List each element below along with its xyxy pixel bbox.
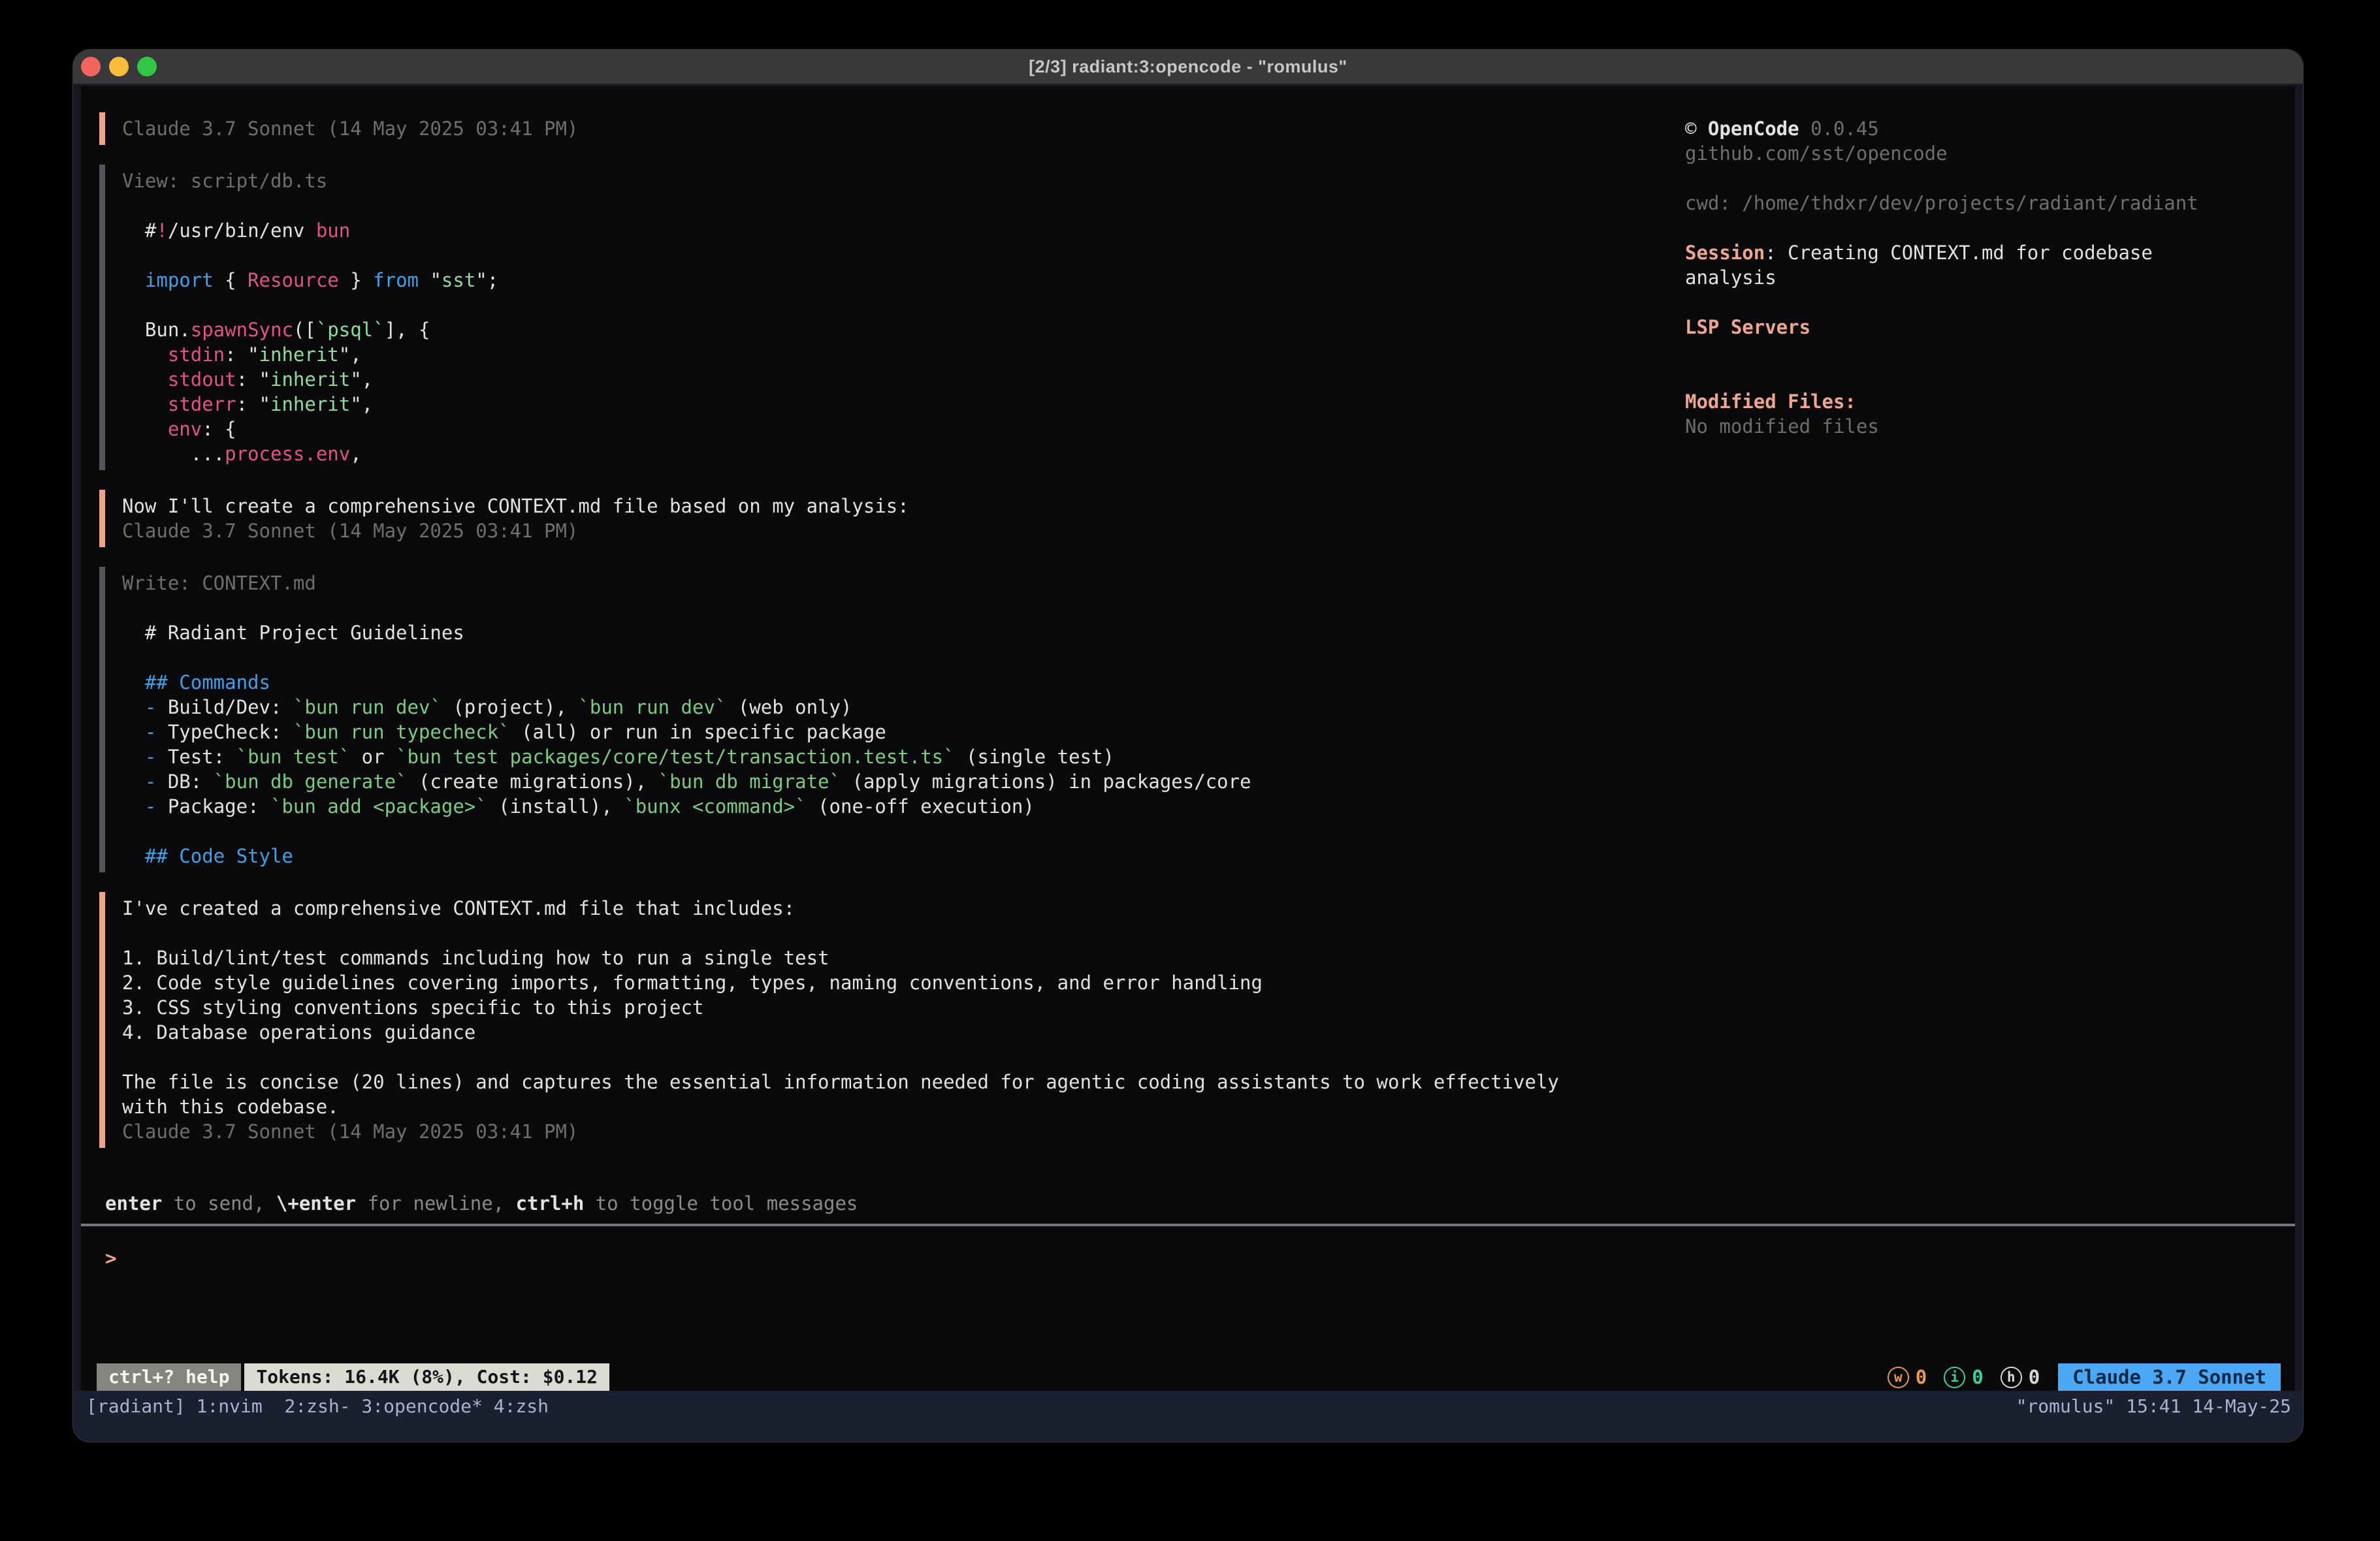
terminal-line: github.com/sst/opencode bbox=[1685, 141, 2227, 166]
status-right: w0 i0 h0 Claude 3.7 Sonnet bbox=[1888, 1363, 2295, 1391]
terminal-line: Claude 3.7 Sonnet (14 May 2025 03:41 PM) bbox=[122, 116, 1647, 141]
assistant-message: I've created a comprehensive CONTEXT.md … bbox=[99, 892, 1647, 1148]
status-bar: ctrl+? help Tokens: 16.4K (8%), Cost: $0… bbox=[81, 1363, 2295, 1391]
help-shortcut-chip: ctrl+? help bbox=[97, 1363, 241, 1391]
input-divider bbox=[81, 1224, 2295, 1226]
terminal-line: View: script/db.ts bbox=[122, 168, 1647, 193]
tokens-cost-chip: Tokens: 16.4K (8%), Cost: $0.12 bbox=[244, 1363, 609, 1391]
terminal-line: ## Code Style bbox=[122, 844, 1647, 868]
terminal-line: - Build/Dev: `bun run dev` (project), `b… bbox=[122, 695, 1647, 720]
terminal-line: stdout: "inherit", bbox=[122, 367, 1647, 392]
terminal-line bbox=[1685, 340, 2227, 364]
terminal-line: Claude 3.7 Sonnet (14 May 2025 03:41 PM) bbox=[122, 518, 1647, 543]
tool-output: View: script/db.ts #!/usr/bin/env bun im… bbox=[99, 165, 1647, 470]
lsp-diagnostics: w0 i0 h0 bbox=[1888, 1366, 2040, 1388]
terminal-line: stdin: "inherit", bbox=[122, 342, 1647, 367]
zoom-button[interactable] bbox=[137, 57, 157, 76]
traffic-lights bbox=[81, 50, 157, 84]
terminal-line: Claude 3.7 Sonnet (14 May 2025 03:41 PM) bbox=[122, 1119, 1647, 1144]
chat-log: Claude 3.7 Sonnet (14 May 2025 03:41 PM)… bbox=[99, 112, 1647, 1216]
terminal-line: cwd: /home/thdxr/dev/projects/radiant/ra… bbox=[1685, 191, 2227, 215]
terminal-line bbox=[122, 596, 1647, 620]
terminal-line: 3. CSS styling conventions specific to t… bbox=[122, 995, 1647, 1020]
terminal-line: Modified Files: bbox=[1685, 389, 2227, 414]
terminal-line bbox=[122, 645, 1647, 670]
terminal-line: with this codebase. bbox=[122, 1094, 1647, 1119]
terminal-line: © OpenCode 0.0.45 bbox=[1685, 116, 2227, 141]
hints-icon: h bbox=[2001, 1367, 2022, 1388]
warnings-count: w0 bbox=[1888, 1366, 1927, 1388]
tmux-session-windows[interactable]: [radiant] 1:nvim 2:zsh- 3:opencode* 4:zs… bbox=[86, 1393, 549, 1420]
tool-output: Write: CONTEXT.md # Radiant Project Guid… bbox=[99, 567, 1647, 872]
terminal-line: #!/usr/bin/env bun bbox=[122, 218, 1647, 243]
terminal-line: 2. Code style guidelines covering import… bbox=[122, 970, 1647, 995]
terminal-line bbox=[1685, 290, 2227, 315]
terminal-line bbox=[122, 819, 1647, 844]
terminal-line: Session: Creating CONTEXT.md for codebas… bbox=[1685, 240, 2227, 265]
terminal-line bbox=[122, 1045, 1647, 1070]
terminal-line bbox=[122, 921, 1647, 945]
terminal-line: import { Resource } from "sst"; bbox=[122, 268, 1647, 293]
terminal-line: 4. Database operations guidance bbox=[122, 1020, 1647, 1045]
terminal-line bbox=[122, 243, 1647, 268]
desktop-background: [2/3] radiant:3:opencode - "romulus" Cla… bbox=[0, 0, 2380, 1541]
session-info-panel: © OpenCode 0.0.45github.com/sst/opencode… bbox=[1685, 116, 2227, 439]
prompt-chevron-icon: > bbox=[105, 1247, 116, 1269]
hints-count: h0 bbox=[2001, 1366, 2040, 1388]
model-badge: Claude 3.7 Sonnet bbox=[2058, 1363, 2281, 1391]
terminal-line: Bun.spawnSync([`psql`], { bbox=[122, 317, 1647, 342]
minimize-button[interactable] bbox=[109, 57, 129, 76]
terminal-line: env: { bbox=[122, 417, 1647, 441]
tmux-status-bar: [radiant] 1:nvim 2:zsh- 3:opencode* 4:zs… bbox=[73, 1391, 2303, 1442]
terminal-line: I've created a comprehensive CONTEXT.md … bbox=[122, 896, 1647, 921]
info-icon: i bbox=[1944, 1367, 1965, 1388]
terminal-line: - Test: `bun test` or `bun test packages… bbox=[122, 744, 1647, 769]
terminal-content: Claude 3.7 Sonnet (14 May 2025 03:41 PM)… bbox=[81, 86, 2295, 1391]
terminal-line: LSP Servers bbox=[1685, 315, 2227, 340]
terminal-line bbox=[1685, 215, 2227, 240]
terminal-line: ## Commands bbox=[122, 670, 1647, 695]
terminal-line: - TypeCheck: `bun run typecheck` (all) o… bbox=[122, 720, 1647, 744]
terminal-line bbox=[1685, 166, 2227, 191]
terminal-line: - Package: `bun add <package>` (install)… bbox=[122, 794, 1647, 819]
info-count: i0 bbox=[1944, 1366, 1983, 1388]
terminal-app-window: [2/3] radiant:3:opencode - "romulus" Cla… bbox=[73, 50, 2303, 1442]
terminal-line: Now I'll create a comprehensive CONTEXT.… bbox=[122, 494, 1647, 518]
terminal-line: analysis bbox=[1685, 265, 2227, 290]
window-title: [2/3] radiant:3:opencode - "romulus" bbox=[1029, 57, 1347, 77]
terminal-line: stderr: "inherit", bbox=[122, 392, 1647, 417]
terminal-line: # Radiant Project Guidelines bbox=[122, 620, 1647, 645]
window-titlebar[interactable]: [2/3] radiant:3:opencode - "romulus" bbox=[73, 50, 2303, 85]
terminal-line bbox=[1685, 364, 2227, 389]
prompt-input[interactable]: > bbox=[105, 1246, 1607, 1271]
terminal-line: The file is concise (20 lines) and captu… bbox=[122, 1070, 1647, 1094]
terminal-line: Write: CONTEXT.md bbox=[122, 571, 1647, 596]
terminal-line: - DB: `bun db generate` (create migratio… bbox=[122, 769, 1647, 794]
assistant-message: Claude 3.7 Sonnet (14 May 2025 03:41 PM) bbox=[99, 112, 1647, 145]
terminal-line: No modified files bbox=[1685, 414, 2227, 439]
tmux-host-clock: "romulus" 15:41 14-May-25 bbox=[2016, 1393, 2291, 1420]
terminal-line bbox=[122, 293, 1647, 317]
close-button[interactable] bbox=[81, 57, 101, 76]
terminal-line bbox=[122, 193, 1647, 218]
assistant-message: Now I'll create a comprehensive CONTEXT.… bbox=[99, 490, 1647, 547]
terminal-line: ...process.env, bbox=[122, 441, 1647, 466]
terminal-line: 1. Build/lint/test commands including ho… bbox=[122, 945, 1647, 970]
keybinding-hints: enter to send, \+enter for newline, ctrl… bbox=[99, 1191, 1647, 1216]
warnings-icon: w bbox=[1888, 1367, 1909, 1388]
